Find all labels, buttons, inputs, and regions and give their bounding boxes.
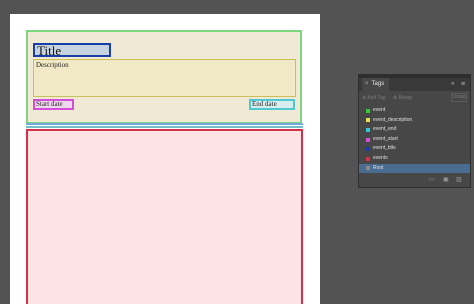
- separator-line: [26, 123, 303, 125]
- events-frame[interactable]: [26, 129, 303, 304]
- tag-label: event_start: [373, 135, 398, 142]
- new-tag-icon[interactable]: ▣: [443, 176, 449, 185]
- start-date-field[interactable]: Start date: [33, 99, 74, 110]
- delete-tag-icon[interactable]: ▥: [456, 176, 462, 185]
- tag-color-swatch: [366, 156, 370, 161]
- tag-item-root[interactable]: Root: [359, 163, 470, 174]
- tab-label: Tags: [371, 81, 385, 87]
- tag-label: Root: [373, 164, 384, 171]
- untag-button[interactable]: Untag: [451, 93, 467, 102]
- description-field[interactable]: Description: [33, 59, 296, 97]
- tag-label: event_title: [373, 145, 396, 152]
- tab-tags[interactable]: × Tags: [362, 78, 390, 91]
- retag-icon: ⊗: [393, 95, 398, 101]
- tag-color-swatch: [366, 127, 370, 132]
- tag-list: event event_description event_end event_sta…: [359, 106, 470, 174]
- tag-color-swatch: [366, 137, 370, 142]
- tag-label: event_description: [373, 116, 413, 123]
- tag-item-event[interactable]: event: [359, 106, 470, 116]
- tag-color-swatch: [366, 166, 370, 171]
- tag-item-events[interactable]: events: [359, 154, 470, 164]
- tag-item-event-end[interactable]: event_end: [359, 125, 470, 135]
- panel-menu-icon[interactable]: ≡: [461, 80, 465, 89]
- tag-item-event-start[interactable]: event_start: [359, 135, 470, 145]
- panel-footer: ▭ ▣ ▥: [359, 174, 470, 187]
- collapse-icon[interactable]: »: [451, 80, 454, 89]
- map-styles-icon[interactable]: ▭: [429, 176, 435, 185]
- tag-color-swatch: [366, 108, 370, 113]
- tag-item-event-description[interactable]: event_description: [359, 116, 470, 126]
- tag-label: event_end: [373, 126, 397, 133]
- tags-toolbar: ⊕ Add Tag ⊗ Retag Untag: [359, 91, 470, 105]
- retag-button[interactable]: ⊗ Retag: [393, 94, 412, 102]
- add-tag-button[interactable]: ⊕ Add Tag: [362, 94, 386, 102]
- retag-label: Retag: [398, 95, 412, 101]
- title-field[interactable]: Title: [33, 43, 111, 57]
- panel-header: × Tags » ≡: [359, 78, 470, 91]
- tag-color-swatch: [366, 147, 370, 152]
- separator-line: [26, 126, 303, 128]
- close-icon[interactable]: ×: [365, 81, 369, 87]
- tag-label: event: [373, 107, 386, 113]
- tags-panel: × Tags » ≡ ⊕ Add Tag ⊗ Retag Untag event e…: [358, 74, 471, 188]
- add-tag-icon: ⊕: [362, 95, 367, 101]
- tag-label: events: [373, 154, 388, 161]
- end-date-field[interactable]: End date: [249, 99, 295, 110]
- add-tag-label: Add Tag: [367, 95, 386, 101]
- tag-color-swatch: [366, 118, 370, 123]
- tag-item-event-title[interactable]: event_title: [359, 144, 470, 154]
